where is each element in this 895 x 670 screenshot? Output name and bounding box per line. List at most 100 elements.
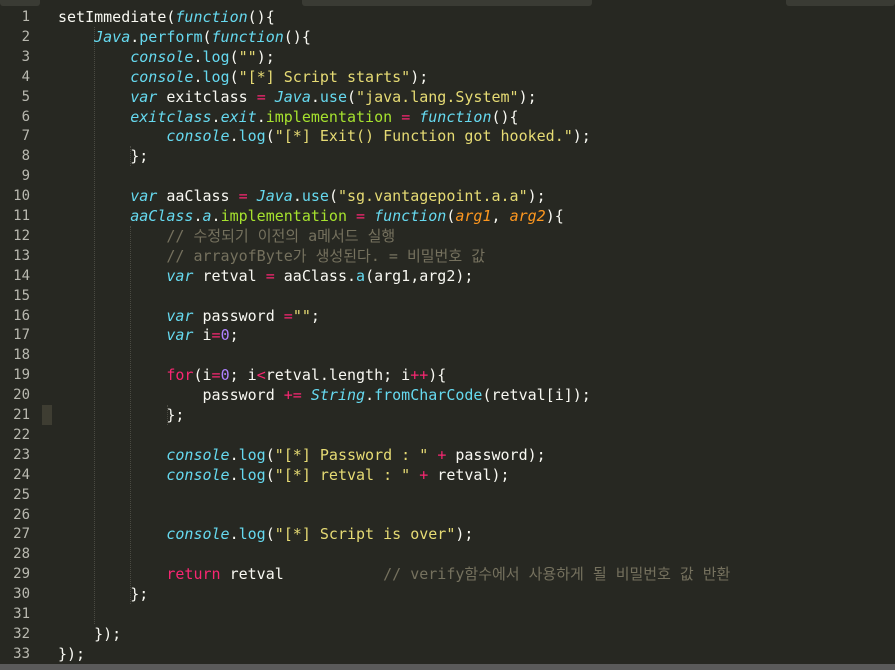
code-token: = [401, 107, 411, 126]
code-line[interactable]: // 수정되기 이전의 a메서드 실행 [58, 226, 895, 246]
code-line[interactable]: }); [58, 624, 895, 644]
code-token: ( [328, 187, 338, 206]
code-token: ){ [545, 207, 564, 225]
line-number: 14 [13, 267, 30, 284]
code-line[interactable]: var exitclass = Java.use("java.lang.Syst… [58, 87, 895, 107]
code-token: ( [265, 525, 275, 544]
code-line[interactable]: console.log("[*] retval : " + retval); [58, 465, 895, 485]
code-editor[interactable]: 1 2 3 4 5 6 7 8 9 10 11 12 13 14 15 16 17 18 19 20 21 22 23 24 2… [0, 0, 895, 670]
code-line[interactable]: console.log("[*] Script is over"); [58, 524, 895, 544]
code-token: }; [58, 585, 149, 604]
code-line[interactable] [58, 505, 895, 525]
code-line[interactable]: }; [58, 146, 895, 166]
line-number: 11 [13, 208, 30, 224]
code-line[interactable]: console.log(""); [58, 47, 895, 67]
code-token: < [256, 366, 266, 385]
line-number: 24 [13, 466, 30, 483]
line-number: 17 [13, 327, 30, 344]
code-token: log [238, 465, 266, 484]
code-line[interactable]: console.log("[*] Password : " + password… [58, 445, 895, 465]
code-token: . [292, 187, 302, 206]
code-line[interactable] [58, 485, 895, 505]
code-token: retval [220, 565, 384, 584]
code-line[interactable]: password += String.fromCharCode(retval[i… [58, 385, 895, 405]
code-line[interactable]: aaClass.a.implementation = function(arg1… [58, 206, 895, 226]
line-number: 6 [21, 108, 30, 125]
code-line[interactable]: exitclass.exit.implementation = function… [58, 107, 895, 127]
code-token: for [166, 366, 194, 385]
code-line[interactable] [58, 425, 895, 445]
code-token: Java [94, 27, 131, 46]
code-line[interactable]: // arrayofByte가 생성된다. = 비밀번호 값 [58, 246, 895, 266]
code-line[interactable] [58, 166, 895, 186]
code-line[interactable] [58, 286, 895, 306]
code-token: ; [310, 306, 320, 325]
code-line[interactable]: }); [58, 644, 895, 664]
line-number: 4 [21, 68, 30, 85]
code-token: use [301, 187, 329, 206]
code-token: Java [256, 187, 293, 206]
code-token: var [166, 306, 194, 325]
code-token: "[*] Script starts" [238, 67, 411, 86]
code-token: function [419, 107, 492, 126]
code-line[interactable]: setImmediate(function(){ [58, 7, 895, 27]
code-token: exitclass [130, 107, 212, 126]
code-token: ); [572, 127, 591, 146]
code-token: console [166, 445, 230, 464]
code-token: "[*] Script is over" [274, 525, 456, 544]
code-token: ( [265, 127, 275, 146]
code-line[interactable]: return retval // verify함수에서 사용하게 될 비밀번호 … [58, 564, 895, 584]
code-line[interactable]: for(i=0; i<retval.length; i++){ [58, 365, 895, 385]
tab-edge-left[interactable] [0, 0, 40, 6]
code-token: "sg.vantagepoint.a.a" [337, 187, 528, 206]
code-token: retval.length; i [265, 366, 411, 385]
code-token: setImmediate [58, 8, 167, 26]
code-token: }); [58, 644, 86, 663]
code-token: (i [193, 366, 212, 385]
code-token: . [130, 27, 140, 46]
code-token: }; [58, 406, 185, 424]
code-token: = [211, 366, 221, 385]
line-number: 29 [13, 566, 30, 583]
code-line[interactable]: Java.perform(function(){ [58, 27, 895, 47]
code-token: 0 [220, 326, 230, 345]
code-line[interactable]: var i=0; [58, 325, 895, 345]
code-line[interactable]: console.log("[*] Script starts"); [58, 67, 895, 87]
line-number: 32 [13, 625, 30, 642]
line-number: 22 [13, 426, 30, 443]
code-token: ( [229, 47, 239, 66]
tab-edge-middle[interactable] [302, 0, 592, 6]
code-token: }; [58, 147, 149, 166]
line-number: 18 [13, 347, 30, 364]
tab-bar [0, 0, 895, 7]
code-token: (){ [283, 27, 311, 46]
code-area[interactable]: setImmediate(function(){ Java.perform(fu… [42, 7, 895, 664]
code-token: log [238, 525, 266, 544]
code-line[interactable]: var aaClass = Java.use("sg.vantagepoint.… [58, 186, 895, 206]
code-line[interactable]: var retval = aaClass.a(arg1,arg2); [58, 266, 895, 286]
code-token: a [202, 207, 212, 225]
code-line[interactable]: console.log("[*] Exit() Function got hoo… [58, 126, 895, 146]
code-token: . [256, 107, 266, 126]
code-line[interactable] [58, 544, 895, 564]
code-line[interactable] [58, 604, 895, 624]
code-token: = [238, 187, 248, 206]
code-token: "" [238, 47, 257, 66]
code-line[interactable]: }; [58, 584, 895, 604]
code-line[interactable]: }; [58, 405, 895, 425]
tab-edge-right[interactable] [786, 0, 895, 6]
horizontal-scrollbar[interactable] [0, 664, 895, 670]
code-line[interactable]: var password =""; [58, 306, 895, 326]
code-line[interactable] [58, 345, 895, 365]
code-token: = [283, 306, 293, 325]
